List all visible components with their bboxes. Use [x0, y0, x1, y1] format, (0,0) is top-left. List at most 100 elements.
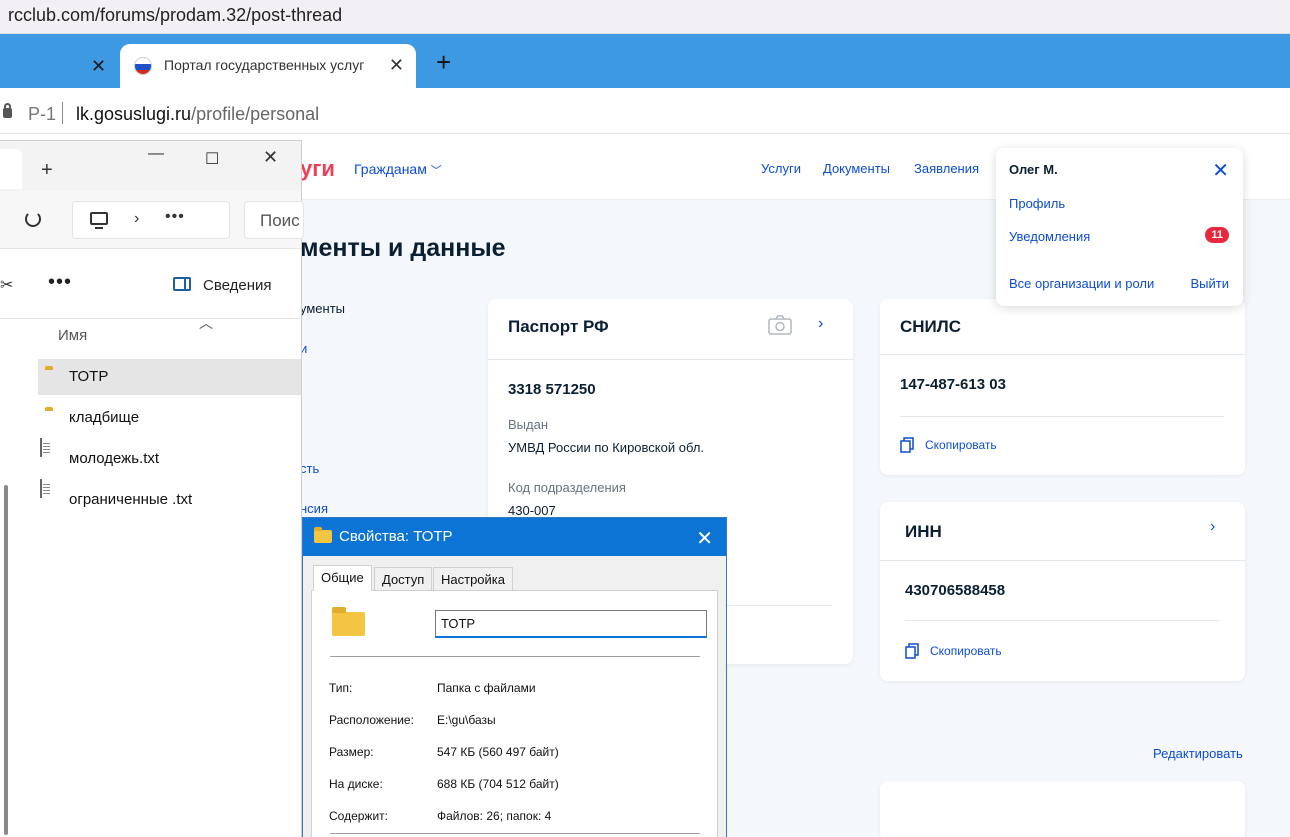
- divider: [488, 359, 853, 360]
- logout-link[interactable]: Выйти: [1191, 276, 1230, 291]
- explorer-file-list: Имя ︿ ТОТР кладбище молодежь.txt огранич…: [0, 315, 301, 837]
- scissors-icon[interactable]: ✂: [0, 275, 13, 295]
- address-path: /profile/personal: [191, 104, 320, 124]
- monitor-icon: [90, 212, 108, 229]
- explorer-address-box[interactable]: › •••: [72, 201, 230, 239]
- folder-name-input[interactable]: ТОТР: [435, 610, 707, 638]
- new-tab-plus-icon[interactable]: +: [41, 159, 53, 182]
- copy-icon[interactable]: [905, 643, 919, 659]
- inn-chevron-right-icon[interactable]: ›: [1210, 518, 1215, 536]
- gosuslugi-logo[interactable]: уги: [300, 156, 335, 182]
- address-separator: [62, 102, 63, 124]
- passport-chevron-right-icon[interactable]: ›: [818, 315, 823, 333]
- page-title: менты и данные: [300, 234, 506, 262]
- inn-card[interactable]: ИНН › 430706588458 Скопировать: [880, 502, 1245, 681]
- details-pane-icon[interactable]: [173, 277, 191, 291]
- list-item-label: ограниченные .txt: [69, 491, 193, 508]
- prop-type-label: Тип:: [329, 681, 353, 695]
- list-item[interactable]: ограниченные .txt: [38, 479, 301, 518]
- snils-copy-link[interactable]: Скопировать: [925, 438, 997, 452]
- more-options-icon[interactable]: •••: [48, 271, 72, 294]
- snils-number: 147-487-613 03: [900, 376, 1006, 393]
- copy-icon[interactable]: [900, 437, 914, 453]
- close-icon[interactable]: ✕: [696, 526, 713, 551]
- list-item-label: молодежь.txt: [69, 450, 160, 467]
- prop-size-label: Размер:: [329, 745, 374, 759]
- prop-location-value: E:\gu\базы: [437, 713, 496, 727]
- passport-code-value: 430-007: [508, 503, 556, 518]
- organizations-link[interactable]: Все организации и роли: [1009, 276, 1154, 291]
- close-icon[interactable]: ✕: [1212, 158, 1229, 183]
- properties-titlebar: Свойства: ТОТР ✕: [303, 518, 726, 556]
- nav-applications[interactable]: Заявления: [914, 161, 979, 176]
- refresh-icon[interactable]: [25, 211, 41, 227]
- prop-contains-value: Файлов: 26; папок: 4: [437, 809, 552, 823]
- text-file-icon: [40, 438, 42, 457]
- lock-icon[interactable]: [3, 103, 12, 118]
- divider: [880, 560, 1245, 561]
- passport-code-label: Код подразделения: [508, 480, 626, 495]
- breadcrumb-chevron-icon[interactable]: ›: [134, 210, 139, 228]
- list-item[interactable]: кладбище: [38, 400, 301, 436]
- tab-title: Портал государственных услуг: [164, 57, 365, 73]
- properties-panel: ТОТР Тип: Папка с файлами Расположение: …: [311, 590, 718, 837]
- tab-sharing[interactable]: Доступ: [374, 567, 433, 591]
- tab-close-icon[interactable]: ✕: [389, 55, 404, 76]
- address-domain: lk.gosuslugi.ru: [76, 104, 192, 124]
- tab-customize[interactable]: Настройка: [433, 567, 513, 591]
- explorer-toolbar: › ••• Поис: [0, 191, 304, 249]
- properties-body: Общие Доступ Настройка ТОТР Тип: Папка с…: [303, 556, 726, 837]
- prop-location-label: Расположение:: [329, 713, 414, 727]
- maximize-icon[interactable]: ☐: [205, 149, 219, 169]
- scrollbar[interactable]: [4, 485, 8, 835]
- explorer-tab[interactable]: [0, 149, 22, 189]
- folder-icon: [332, 607, 365, 636]
- list-item-label: кладбище: [69, 409, 140, 426]
- side-menu-item-documents[interactable]: ументы: [300, 301, 345, 316]
- notifications-badge: 11: [1205, 227, 1229, 243]
- column-header-name[interactable]: Имя: [58, 327, 87, 344]
- breadcrumb-more-icon[interactable]: •••: [165, 208, 185, 226]
- profile-name: Олег М.: [1009, 162, 1058, 177]
- tab-general[interactable]: Общие: [313, 565, 372, 591]
- list-item[interactable]: молодежь.txt: [38, 438, 301, 477]
- top-url-text: rcclub.com/forums/prodam.32/post-thread: [0, 0, 1290, 34]
- divider: [900, 416, 1224, 417]
- nav-services[interactable]: Услуги: [761, 161, 801, 176]
- prop-disk-value: 688 КБ (704 512 байт): [437, 777, 559, 791]
- nav-citizens[interactable]: Гражданам ﹀: [354, 161, 442, 178]
- prop-disk-label: На диске:: [329, 777, 383, 791]
- details-button[interactable]: Сведения: [203, 277, 272, 294]
- explorer-search-input[interactable]: Поис: [244, 201, 304, 239]
- divider: [330, 833, 700, 834]
- inn-number: 430706588458: [905, 582, 1006, 599]
- address-url[interactable]: lk.gosuslugi.ru/profile/personal: [76, 104, 319, 125]
- snils-title: СНИЛС: [900, 317, 961, 336]
- side-menu-item-3[interactable]: сть: [300, 461, 319, 476]
- profile-link[interactable]: Профиль: [1009, 196, 1065, 211]
- nav-documents[interactable]: Документы: [823, 161, 890, 176]
- minimize-icon[interactable]: —: [148, 145, 164, 163]
- list-item-label: ТОТР: [69, 368, 109, 385]
- new-tab-plus-icon[interactable]: +: [436, 49, 451, 75]
- nav-citizens-label: Гражданам: [354, 161, 427, 177]
- address-bar[interactable]: Р-1 lk.gosuslugi.ru/profile/personal: [0, 88, 1290, 134]
- passport-title: Паспорт РФ: [508, 317, 609, 336]
- profile-dropdown: Олег М. ✕ Профиль Уведомления 11 Все орг…: [996, 148, 1243, 306]
- camera-icon[interactable]: [768, 315, 792, 335]
- edit-link[interactable]: Редактировать: [1153, 746, 1243, 761]
- side-menu-item-4[interactable]: нсия: [300, 501, 328, 516]
- snils-card: СНИЛС 147-487-613 03 Скопировать: [880, 299, 1245, 475]
- divider: [880, 354, 1245, 355]
- notifications-link[interactable]: Уведомления: [1009, 229, 1090, 244]
- browser-tab-gosuslugi[interactable]: Портал государственных услуг ✕: [120, 44, 416, 88]
- inn-copy-link[interactable]: Скопировать: [930, 644, 1002, 658]
- text-file-icon: [40, 479, 42, 498]
- properties-title: Свойства: ТОТР: [339, 528, 453, 545]
- passport-number: 3318 571250: [508, 381, 596, 398]
- prev-tab-close-icon[interactable]: ✕: [91, 56, 106, 77]
- sort-chevron-up-icon[interactable]: ︿: [199, 313, 213, 333]
- list-item[interactable]: ТОТР: [38, 359, 301, 395]
- explorer-titlebar: + — ☐ ✕: [0, 141, 301, 191]
- close-icon[interactable]: ✕: [263, 147, 278, 168]
